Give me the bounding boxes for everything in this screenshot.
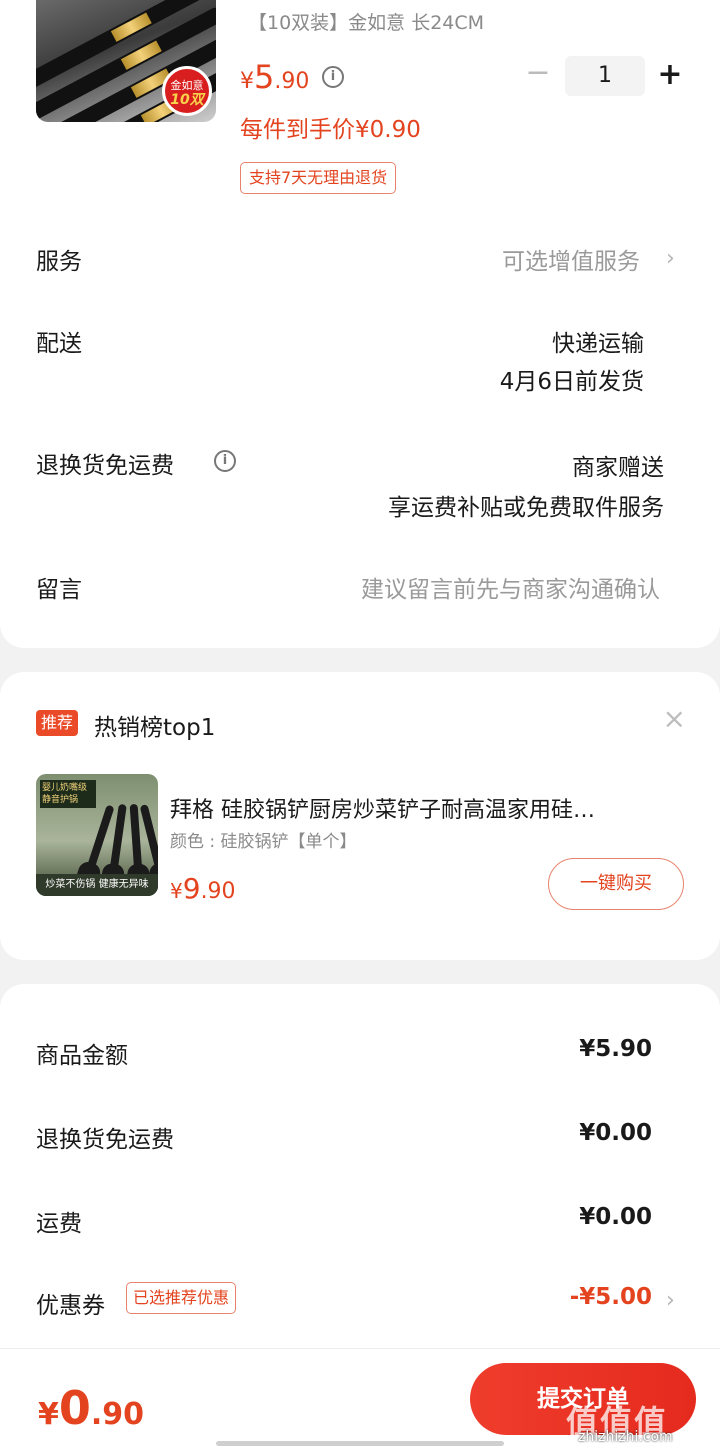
goods-amount-label: 商品金额 <box>36 1043 128 1069</box>
recommend-price-integer: 9 <box>182 872 201 905</box>
return-fee-info-icon[interactable]: i <box>214 450 236 472</box>
message-label: 留言 <box>36 577 82 603</box>
quantity-minus-button[interactable]: − <box>524 58 552 90</box>
image-badge-count: 10双 <box>170 92 204 108</box>
product-price: ¥5.90 <box>240 58 309 96</box>
service-label: 服务 <box>36 249 82 275</box>
price-decimal: .90 <box>274 69 310 94</box>
quantity-input[interactable]: 1 <box>565 56 645 96</box>
chevron-right-icon[interactable]: › <box>666 246 675 271</box>
return-policy-tag: 支持7天无理由退货 <box>240 162 397 194</box>
return-fee-summary-value: ¥0.00 <box>579 1120 652 1146</box>
delivery-label: 配送 <box>36 331 82 357</box>
delivery-method: 快递运输 <box>552 331 644 357</box>
recommend-price-decimal: .90 <box>200 879 236 904</box>
recommend-title: 热销榜top1 <box>94 715 216 741</box>
one-click-buy-button[interactable]: 一键购买 <box>548 858 684 910</box>
product-card: 金如意 10双 【10双装】金如意 长24CM ¥5.90 i − 1 + 每件… <box>0 0 720 648</box>
message-input[interactable]: 建议留言前先与商家沟通确认 <box>361 570 660 604</box>
recommend-price-currency: ¥ <box>170 879 183 903</box>
coupon-label: 优惠券 <box>36 1293 105 1319</box>
total-integer: 0 <box>58 1381 91 1435</box>
delivery-date: 4月6日前发货 <box>499 369 644 395</box>
recommend-product-name[interactable]: 拜格 硅胶锅铲厨房炒菜铲子耐高温家用硅… <box>170 792 680 824</box>
shipping-label: 运费 <box>36 1211 82 1237</box>
service-value[interactable]: 可选增值服务 <box>502 242 640 276</box>
recommend-image-header: 婴儿奶嘴级 静音护锅 <box>40 780 96 808</box>
recommend-tag: 推荐 <box>36 710 79 736</box>
watermark-site: zhizhizhi.com <box>578 1429 673 1445</box>
product-spec: 【10双装】金如意 长24CM <box>248 12 485 34</box>
recommend-product-spec: 颜色 : 硅胶锅铲【单个】 <box>170 832 357 852</box>
goods-amount-value: ¥5.90 <box>579 1036 652 1062</box>
coupon-value[interactable]: -¥5.00 <box>570 1284 652 1310</box>
total-decimal: .90 <box>90 1397 145 1432</box>
quantity-plus-button[interactable]: + <box>655 56 685 96</box>
recommend-card: 推荐 热销榜top1 × 婴儿奶嘴级 静音护锅 炒菜不伤锅 健康无异味 拜格 硅… <box>0 672 720 960</box>
recommend-product-image[interactable]: 婴儿奶嘴级 静音护锅 炒菜不伤锅 健康无异味 <box>36 774 158 896</box>
recommend-image-caption: 炒菜不伤锅 健康无异味 <box>36 874 158 896</box>
image-badge: 金如意 10双 <box>162 66 212 116</box>
coupon-selected-tag: 已选推荐优惠 <box>126 1282 237 1314</box>
return-fee-detail: 享运费补贴或免费取件服务 <box>388 495 664 521</box>
return-fee-summary-label: 退换货免运费 <box>36 1127 174 1153</box>
home-indicator[interactable] <box>216 1441 504 1446</box>
coupon-chevron-icon[interactable]: › <box>666 1288 675 1313</box>
price-each: 每件到手价¥0.90 <box>240 117 421 143</box>
recommend-price: ¥9.90 <box>170 872 236 905</box>
total-price: ¥0.90 <box>38 1381 144 1435</box>
product-image[interactable]: 金如意 10双 <box>36 0 216 122</box>
return-fee-value: 商家赠送 <box>572 455 664 481</box>
shipping-value: ¥0.00 <box>579 1204 652 1230</box>
price-currency: ¥ <box>240 69 254 94</box>
price-integer: 5 <box>254 58 275 96</box>
total-currency: ¥ <box>38 1397 59 1432</box>
close-icon[interactable]: × <box>663 702 686 735</box>
image-badge-brand: 金如意 <box>170 79 204 92</box>
info-icon[interactable]: i <box>322 66 344 88</box>
bottom-bar: ¥0.90 提交订单 值值值 zhizhizhi.com <box>0 1348 720 1448</box>
return-fee-label: 退换货免运费 <box>36 453 174 479</box>
